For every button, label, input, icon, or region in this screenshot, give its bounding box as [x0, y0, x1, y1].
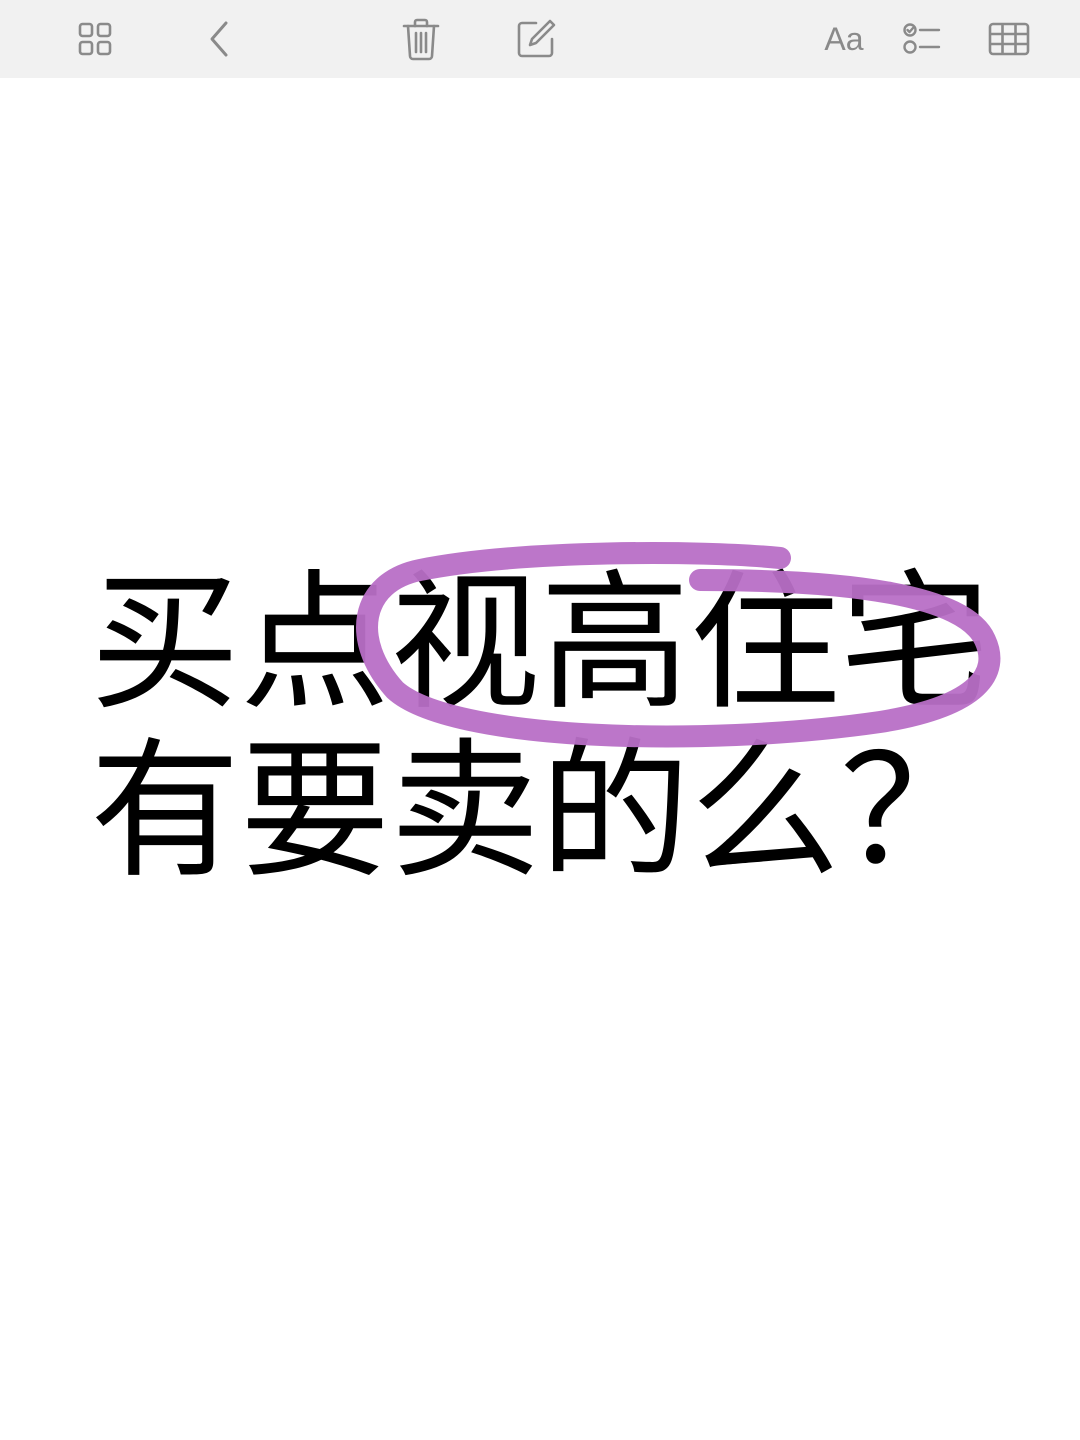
checklist-button[interactable]	[895, 12, 949, 66]
note-toolbar: Aa	[0, 0, 1080, 78]
note-line-1: 买点视高住宅	[90, 557, 991, 731]
compose-icon	[514, 17, 558, 61]
font-format-button[interactable]: Aa	[815, 12, 873, 66]
compose-button[interactable]	[509, 12, 563, 66]
delete-button[interactable]	[394, 12, 448, 66]
note-line-2: 有要卖的么？	[90, 725, 991, 899]
checklist-icon	[902, 21, 942, 57]
grid-view-button[interactable]	[68, 12, 122, 66]
grid-view-icon	[77, 21, 113, 57]
table-icon	[988, 22, 1030, 56]
back-chevron-icon	[202, 19, 238, 59]
note-headline[interactable]: 买点视高住宅 有要卖的么？	[90, 560, 1030, 896]
back-button[interactable]	[193, 12, 247, 66]
trash-icon	[401, 17, 441, 61]
table-button[interactable]	[982, 12, 1036, 66]
font-format-label: Aa	[824, 20, 864, 57]
